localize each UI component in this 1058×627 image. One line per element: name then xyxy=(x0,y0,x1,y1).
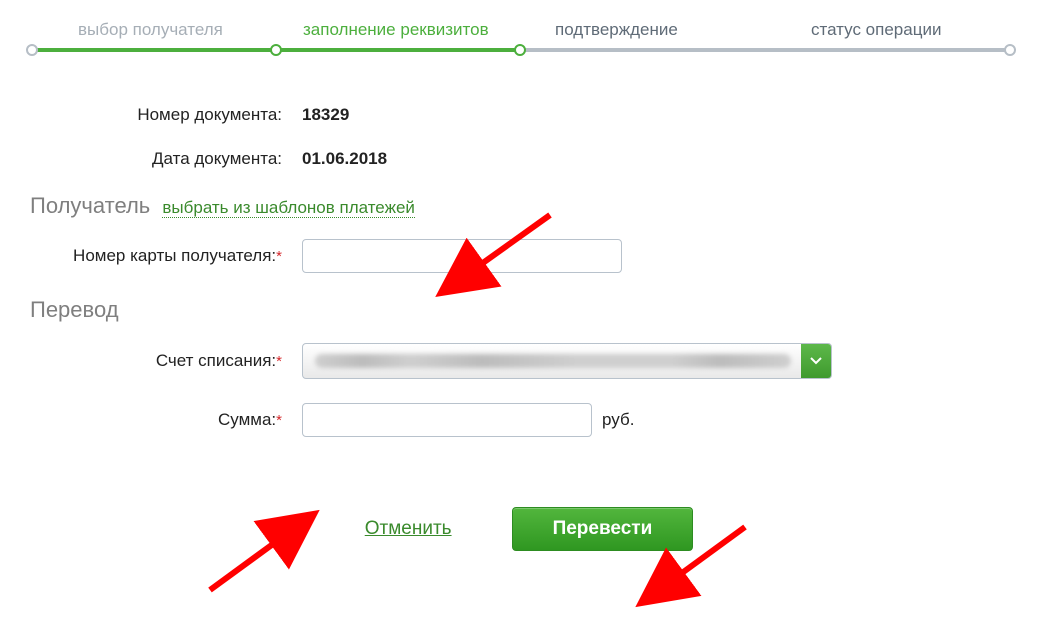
step-label-3: подтверждение xyxy=(555,20,678,40)
card-label-text: Номер карты получателя: xyxy=(73,246,276,265)
form-content: Номер документа: 18329 Дата документа: 0… xyxy=(0,105,1058,551)
doc-date-label: Дата документа: xyxy=(0,149,290,169)
choose-template-link[interactable]: выбрать из шаблонов платежей xyxy=(162,198,415,218)
doc-date-value: 01.06.2018 xyxy=(290,149,387,169)
recipient-title: Получатель xyxy=(30,193,150,218)
required-star: * xyxy=(276,248,282,265)
doc-number-label: Номер документа: xyxy=(0,105,290,125)
chevron-down-icon xyxy=(801,344,831,378)
required-star: * xyxy=(276,412,282,429)
recipient-card-input[interactable] xyxy=(302,239,622,273)
debit-account-select[interactable] xyxy=(302,343,832,379)
cancel-button[interactable]: Отменить xyxy=(365,518,452,540)
account-label: Счет списания:* xyxy=(0,351,290,371)
step-dot-3 xyxy=(514,44,526,56)
transfer-section: Перевод xyxy=(30,297,1058,323)
amount-input[interactable] xyxy=(302,403,592,437)
stepper: выбор получателя заполнение реквизитов п… xyxy=(30,20,1028,60)
step-label-2: заполнение реквизитов xyxy=(303,20,489,40)
recipient-section: Получатель выбрать из шаблонов платежей xyxy=(30,193,1058,219)
account-masked-value xyxy=(315,354,791,368)
amount-label: Сумма:* xyxy=(0,410,290,430)
step-label-4: статус операции xyxy=(811,20,941,40)
account-label-text: Счет списания: xyxy=(156,351,276,370)
card-label: Номер карты получателя:* xyxy=(0,246,290,266)
doc-number-value: 18329 xyxy=(290,105,349,125)
amount-unit: руб. xyxy=(602,410,634,430)
step-label-1: выбор получателя xyxy=(78,20,223,40)
transfer-title: Перевод xyxy=(30,297,119,322)
submit-button[interactable]: Перевести xyxy=(512,507,694,551)
amount-label-text: Сумма: xyxy=(218,410,276,429)
step-dot-2 xyxy=(270,44,282,56)
step-dot-4 xyxy=(1004,44,1016,56)
step-dot-1 xyxy=(26,44,38,56)
required-star: * xyxy=(276,353,282,370)
actions-row: Отменить Перевести xyxy=(0,507,1058,551)
